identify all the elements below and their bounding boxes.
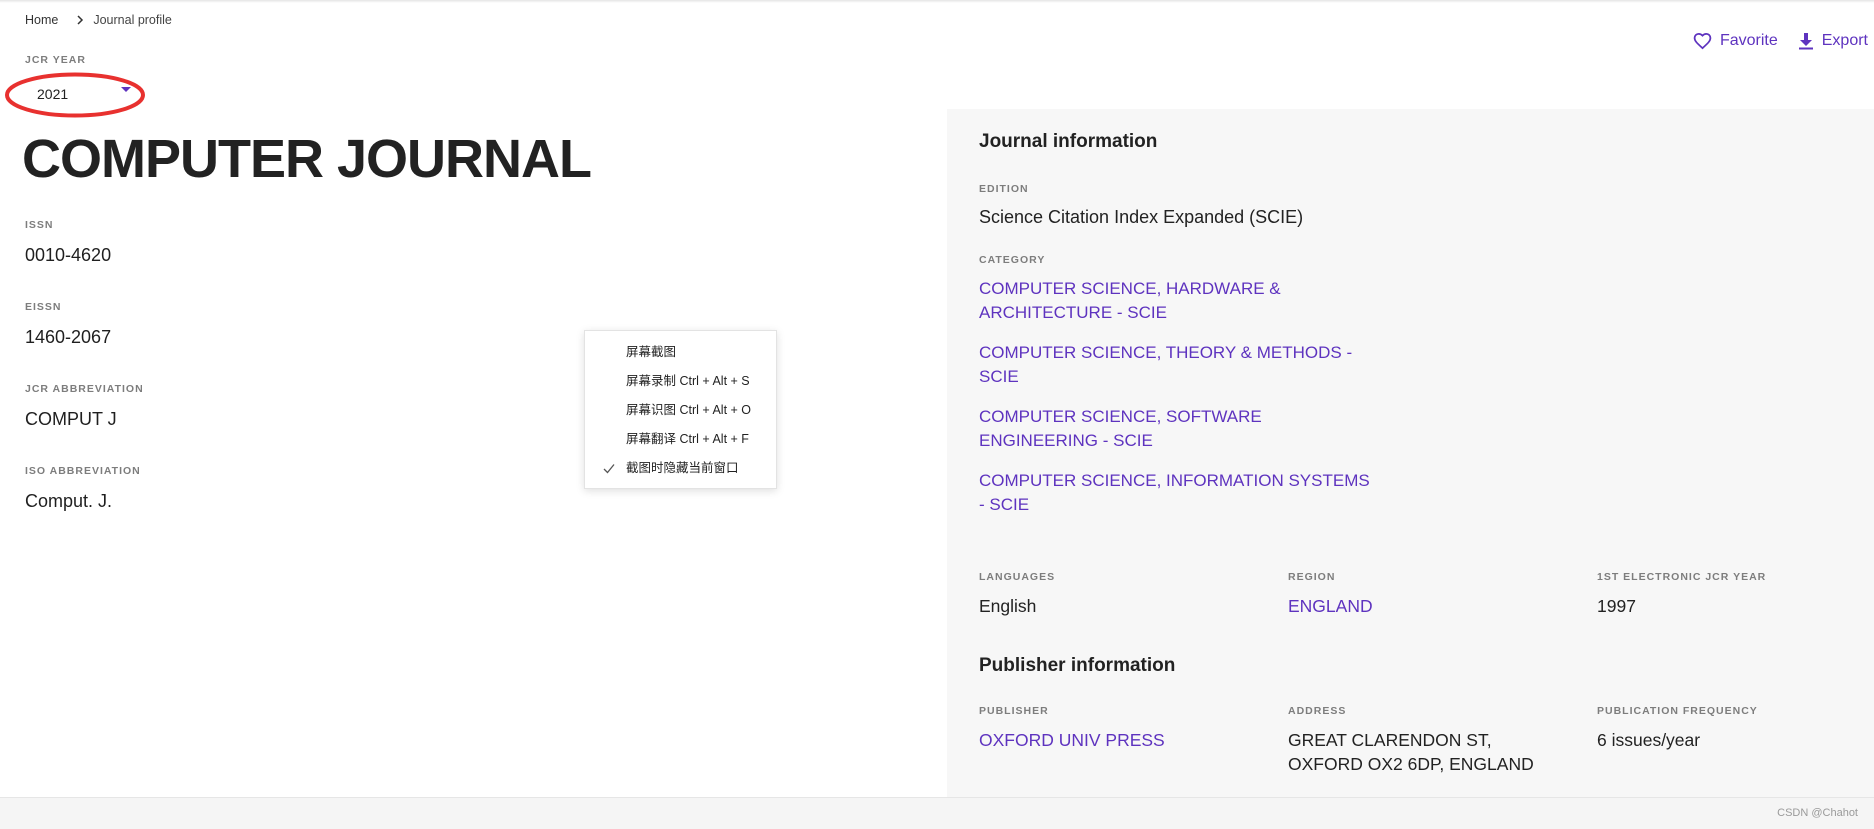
journal-information-panel: Journal information EDITION Science Cita… [947, 109, 1874, 797]
edition-label: EDITION [979, 183, 1029, 195]
context-menu-item[interactable]: 屏幕录制 Ctrl + Alt + S [585, 367, 776, 396]
publication-frequency-value: 6 issues/year [1597, 730, 1701, 750]
context-menu-item-label: 屏幕截图 [626, 345, 677, 359]
field-value: Comput. J. [25, 491, 113, 511]
footer-bar: CSDN @Chahot [0, 797, 1874, 829]
edition-value: Science Citation Index Expanded (SCIE) [979, 207, 1304, 227]
top-edge-shadow [0, 0, 1874, 3]
category-label: CATEGORY [979, 254, 1046, 266]
export-button[interactable]: Export [1798, 29, 1868, 53]
first-electronic-jcr-year-label: 1ST ELECTRONIC JCR YEAR [1597, 571, 1767, 583]
context-menu: 屏幕截图 屏幕录制 Ctrl + Alt + S 屏幕识图 Ctrl + Alt… [584, 330, 777, 489]
breadcrumb: Home Journal profile [25, 12, 172, 28]
context-menu-item-label: 屏幕录制 Ctrl + Alt + S [626, 374, 750, 388]
jcr-year-label: JCR YEAR [25, 54, 86, 66]
category-link[interactable]: COMPUTER SCIENCE, THEORY & METHODS - SCI… [979, 341, 1379, 389]
issn-field: ISSN 0010-4620 [25, 218, 465, 300]
category-link[interactable]: COMPUTER SCIENCE, HARDWARE & ARCHITECTUR… [979, 277, 1379, 325]
context-menu-item-label: 屏幕翻译 Ctrl + Alt + F [626, 432, 749, 446]
favorite-button[interactable]: Favorite [1693, 29, 1778, 53]
journal-information-heading: Journal information [979, 131, 1158, 152]
context-menu-item[interactable]: 屏幕翻译 Ctrl + Alt + F [585, 425, 776, 454]
iso-abbreviation-field: ISO ABBREVIATION Comput. J. [25, 464, 465, 546]
context-menu-item[interactable]: 截图时隐藏当前窗口 [585, 454, 776, 483]
first-electronic-jcr-year-value: 1997 [1597, 596, 1636, 616]
context-menu-item-label: 截图时隐藏当前窗口 [626, 461, 739, 475]
download-icon [1798, 32, 1814, 50]
context-menu-item-label: 屏幕识图 Ctrl + Alt + O [626, 403, 752, 417]
field-label: JCR ABBREVIATION [25, 383, 144, 395]
field-label: ISO ABBREVIATION [25, 465, 141, 477]
field-value: 1460-2067 [25, 327, 112, 347]
context-menu-item[interactable]: 屏幕截图 [585, 338, 776, 367]
address-line: GREAT CLARENDON ST, [1288, 730, 1492, 750]
publisher-link[interactable]: OXFORD UNIV PRESS [979, 728, 1165, 752]
journal-title: COMPUTER JOURNAL [22, 129, 592, 189]
jcr-year-select[interactable]: 2021 [26, 82, 136, 106]
field-label: EISSN [25, 301, 62, 313]
category-link[interactable]: COMPUTER SCIENCE, SOFTWARE ENGINEERING -… [979, 405, 1379, 453]
publisher-label: PUBLISHER [979, 705, 1049, 717]
category-link[interactable]: COMPUTER SCIENCE, INFORMATION SYSTEMS - … [979, 469, 1379, 517]
breadcrumb-current: Journal profile [93, 13, 172, 27]
languages-value: English [979, 596, 1037, 616]
category-list: COMPUTER SCIENCE, HARDWARE & ARCHITECTUR… [979, 277, 1379, 533]
context-menu-item[interactable]: 屏幕识图 Ctrl + Alt + O [585, 396, 776, 425]
eissn-field: EISSN 1460-2067 [25, 300, 465, 382]
chevron-right-icon [76, 15, 84, 25]
jcr-abbreviation-field: JCR ABBREVIATION COMPUT J [25, 382, 465, 464]
publisher-information-heading: Publisher information [979, 655, 1176, 676]
breadcrumb-home-link[interactable]: Home [25, 12, 58, 28]
languages-label: LANGUAGES [979, 571, 1056, 583]
region-label: REGION [1288, 571, 1336, 583]
heart-icon [1693, 32, 1712, 50]
check-icon [603, 463, 615, 474]
address-label: ADDRESS [1288, 705, 1347, 717]
page-actions: Favorite Export [1693, 29, 1868, 53]
publication-frequency-label: PUBLICATION FREQUENCY [1597, 705, 1758, 717]
address-line: OXFORD OX2 6DP, ENGLAND [1288, 754, 1534, 774]
field-label: ISSN [25, 219, 54, 231]
caret-down-icon [121, 87, 131, 92]
favorite-label: Favorite [1719, 32, 1778, 49]
field-value: 0010-4620 [25, 245, 112, 265]
jcr-year-value: 2021 [37, 86, 69, 102]
field-value: COMPUT J [25, 409, 117, 429]
region-link[interactable]: ENGLAND [1288, 594, 1373, 618]
export-label: Export [1821, 32, 1868, 49]
watermark-text: CSDN @Chahot [1777, 807, 1858, 819]
journal-identifiers: ISSN 0010-4620 EISSN 1460-2067 JCR ABBRE… [25, 218, 465, 546]
